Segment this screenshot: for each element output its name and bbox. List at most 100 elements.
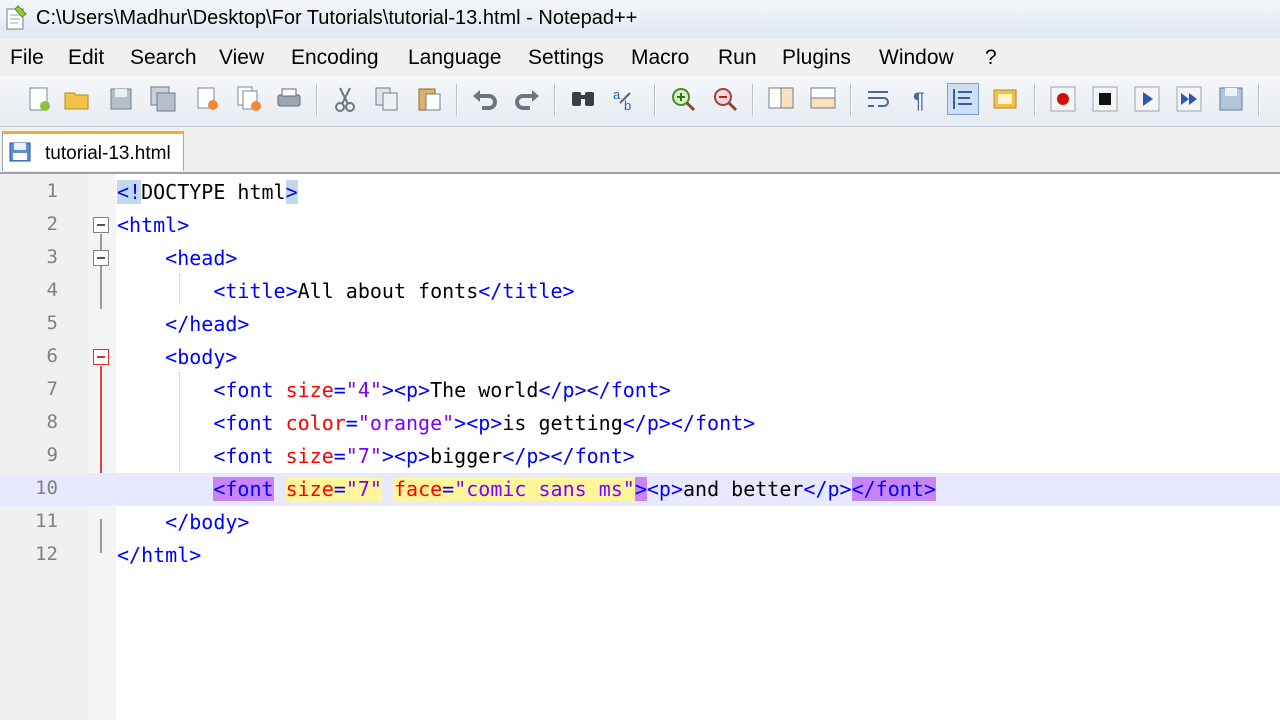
code-line[interactable]: 8 <font color="orange"><p>is getting</p>… [0,407,1280,440]
replace-icon[interactable]: ab [610,84,640,114]
code-token: </html> [117,543,202,567]
document-map-icon[interactable] [990,84,1020,114]
code-token: = [333,477,346,501]
paste-icon[interactable] [414,84,444,114]
toolbar: ab ¶ [0,76,1280,127]
zoom-out-icon[interactable] [710,84,740,114]
code-token: ><p> [381,378,431,402]
word-wrap-icon[interactable] [864,84,894,114]
code-line[interactable]: 3 <head> [0,242,1280,275]
undo-icon[interactable] [470,84,500,114]
show-all-characters-icon[interactable]: ¶ [906,84,936,114]
code-token: </p> [803,477,852,501]
code-token: size [285,477,334,501]
code-line[interactable]: 6 <body> [0,341,1280,374]
code-token: <p> [646,477,683,501]
open-file-icon[interactable] [62,84,92,114]
code-text: <html> [117,213,189,237]
code-line[interactable]: 9 <font size="7"><p>bigger</p></font> [0,440,1280,473]
close-icon[interactable] [192,84,222,114]
code-text: <!DOCTYPE html> [117,180,298,204]
code-token: "7" [345,444,382,468]
fold-toggle-icon[interactable] [93,349,109,365]
code-line[interactable]: 11 </body> [0,506,1280,539]
indent-guide-icon[interactable] [947,83,979,115]
code-token: </body> [117,510,250,534]
macro-record-icon[interactable] [1048,84,1078,114]
code-token: <font [117,444,286,468]
new-file-icon[interactable] [24,84,54,114]
code-token: size [285,444,334,468]
menu-language[interactable]: Language [408,46,501,70]
code-text: <head> [117,246,237,270]
code-token: size [285,378,334,402]
code-token: "4" [345,378,382,402]
tab-bar: tutorial-13.html [0,127,1280,174]
close-all-icon[interactable] [234,84,264,114]
code-token: </font> [851,477,936,501]
code-line[interactable]: 1 <!DOCTYPE html> [0,176,1280,209]
menu-plugins[interactable]: Plugins [782,46,851,70]
cut-icon[interactable] [330,84,360,114]
code-token: and better [683,477,804,501]
tab-tutorial-13[interactable]: tutorial-13.html [2,131,184,171]
menu-settings[interactable]: Settings [528,46,604,70]
copy-icon[interactable] [372,84,402,114]
menu-encoding[interactable]: Encoding [291,46,379,70]
save-icon[interactable] [106,84,136,114]
code-token: <title> [117,279,298,303]
toolbar-separator [752,84,753,116]
code-token: <! [117,180,142,204]
code-line[interactable]: 5 </head> [0,308,1280,341]
code-token: </head> [117,312,250,336]
menu-run[interactable]: Run [718,46,757,70]
code-token: <font [117,378,286,402]
print-icon[interactable] [274,84,304,114]
code-token: "comic sans ms" [454,477,635,501]
sync-horizontal-scroll-icon[interactable] [808,84,838,114]
line-number: 3 [46,246,58,268]
code-token: </p></font> [502,444,635,468]
code-token: </title> [478,279,575,303]
code-text: </html> [117,543,201,567]
menu-file[interactable]: File [10,46,44,70]
line-number: 11 [35,510,58,532]
macro-run-multiple-icon[interactable] [1174,84,1204,114]
tab-label: tutorial-13.html [45,143,171,164]
toolbar-separator [316,84,317,116]
code-line[interactable]: 12 </html> [0,539,1280,572]
menu-search[interactable]: Search [130,46,197,70]
code-line[interactable]: 2 <html> [0,209,1280,242]
menu-macro[interactable]: Macro [631,46,689,70]
fold-toggle-icon[interactable] [93,217,109,233]
code-token: "orange" [357,411,455,435]
menu-edit[interactable]: Edit [68,46,104,70]
code-line[interactable]: 7 <font size="4"><p>The world</p></font> [0,374,1280,407]
save-all-icon[interactable] [148,84,178,114]
code-text: <font size="7"><p>bigger</p></font> [117,444,635,468]
title-bar: C:\Users\Madhur\Desktop\For Tutorials\tu… [0,0,1280,38]
toolbar-separator [456,84,457,116]
find-icon[interactable] [568,84,598,114]
code-token: <font [117,411,286,435]
menu-bar: File Edit Search View Encoding Language … [0,38,1280,76]
code-editor[interactable]: 1 <!DOCTYPE html> 2 <html> 3 <head> 4 <title>… [0,174,1280,720]
menu-view[interactable]: View [219,46,264,70]
redo-icon[interactable] [512,84,542,114]
code-line[interactable]: 4 <title>All about fonts</title> [0,275,1280,308]
menu-help[interactable]: ? [985,46,997,70]
menu-window[interactable]: Window [879,46,954,70]
toolbar-separator [654,84,655,116]
zoom-in-icon[interactable] [668,84,698,114]
code-token: <html> [117,213,190,237]
fold-toggle-icon[interactable] [93,250,109,266]
code-token: <head> [117,246,238,270]
macro-save-icon[interactable] [1216,84,1246,114]
code-line[interactable]: 10 <font size="7" face="comic sans ms"><… [0,473,1280,506]
macro-stop-icon[interactable] [1090,84,1120,114]
macro-play-icon[interactable] [1132,84,1162,114]
sync-vertical-scroll-icon[interactable] [766,84,796,114]
code-token: = [333,378,346,402]
